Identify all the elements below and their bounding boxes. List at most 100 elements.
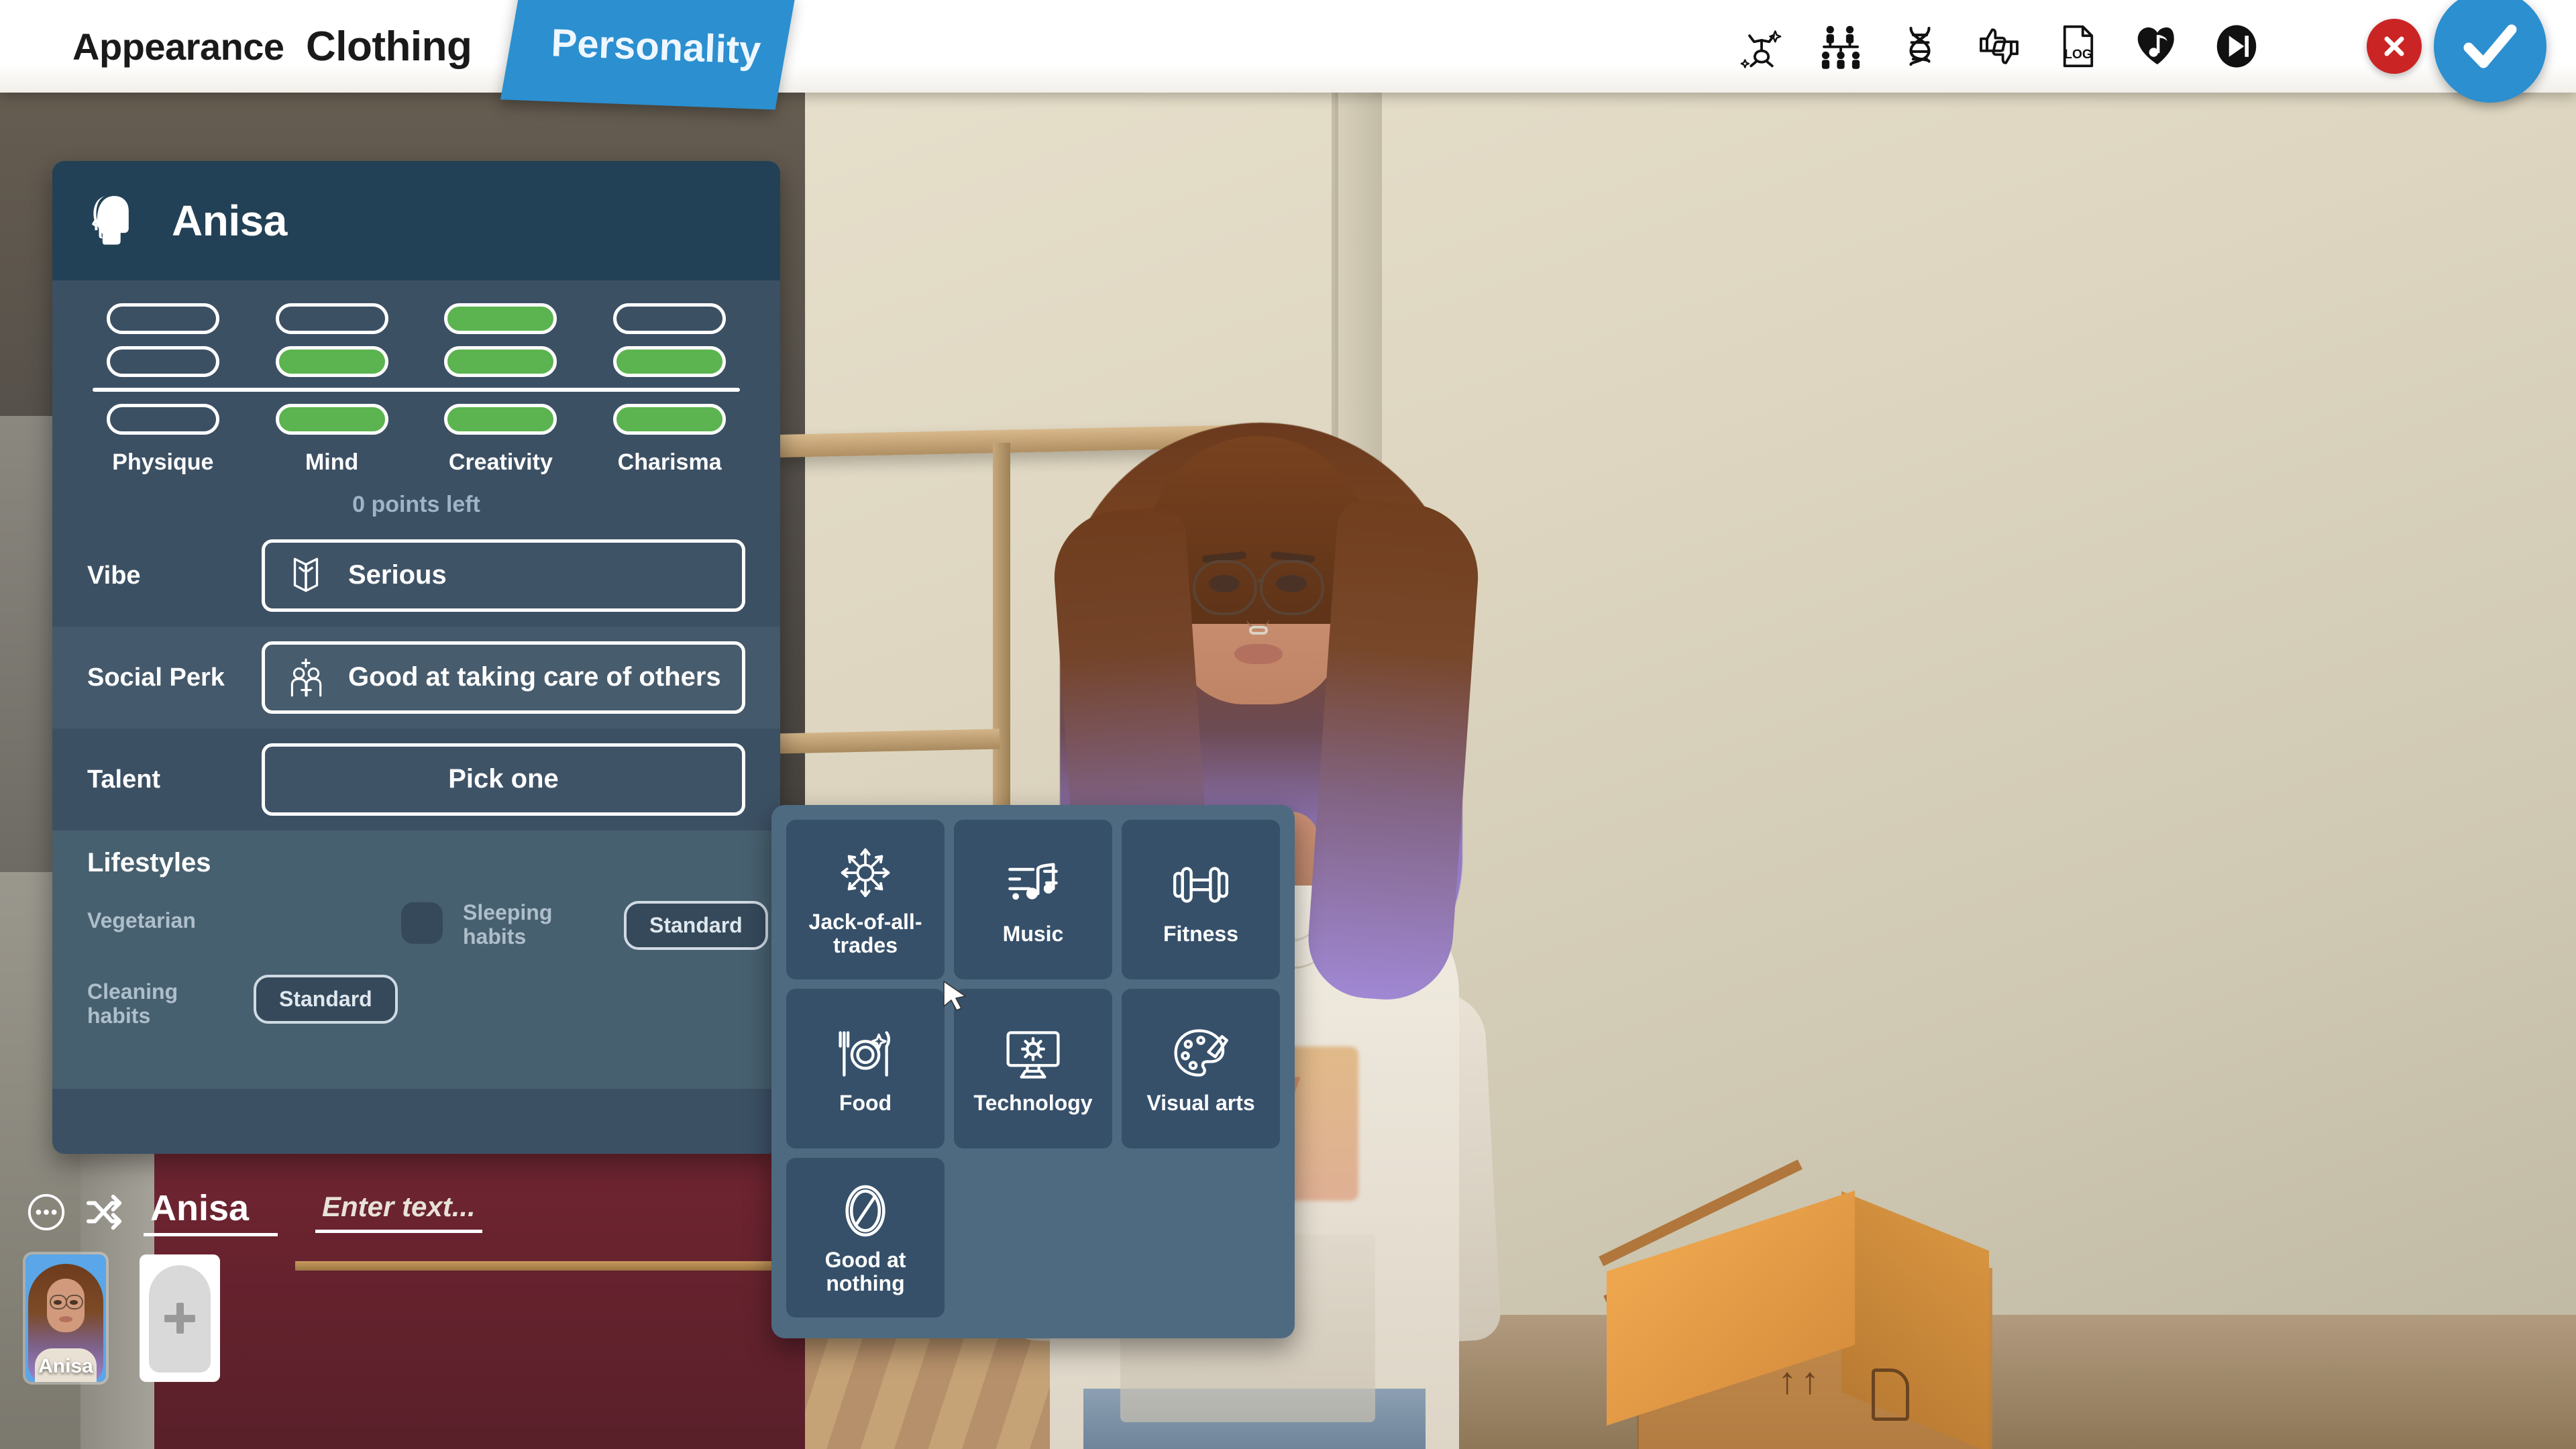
open-book-icon xyxy=(284,553,328,598)
talent-option-food[interactable]: Food xyxy=(786,989,945,1148)
box-up-arrows-icon: ↑↑ xyxy=(1778,1359,1823,1401)
svg-text:LOG: LOG xyxy=(2064,48,2092,62)
panel-header: Anisa xyxy=(52,161,780,280)
stat-col-charisma xyxy=(594,303,745,377)
talent-label: Food xyxy=(839,1090,892,1115)
thumbs-up-down-icon[interactable] xyxy=(1975,22,2023,70)
sleeping-habits-button[interactable]: Standard xyxy=(624,901,768,950)
sleeping-habits-label: Sleeping habits xyxy=(463,900,553,949)
profile-head-icon xyxy=(87,191,145,252)
stat-pill[interactable] xyxy=(444,404,557,435)
talent-option-good-at-nothing[interactable]: Good at nothing xyxy=(786,1158,945,1318)
top-tab-bar: Appearance Clothing Personality LOG xyxy=(0,0,2576,110)
talent-label: Jack-of-all-trades xyxy=(808,910,922,957)
stat-label-physique: Physique xyxy=(112,449,214,475)
box-fragile-icon xyxy=(1872,1368,1909,1421)
music-heart-icon[interactable] xyxy=(2133,22,2182,70)
stat-base-mind xyxy=(256,404,408,435)
vibe-value: Serious xyxy=(348,560,447,590)
stat-pill-grid-top xyxy=(87,303,745,377)
social-perk-select[interactable]: Good at taking care of others xyxy=(262,641,745,714)
first-name-input[interactable]: Anisa xyxy=(144,1187,278,1236)
music-notes-icon xyxy=(1002,854,1064,916)
top-icon-bar: LOG xyxy=(1737,0,2261,93)
stat-label-charisma: Charisma xyxy=(617,449,722,475)
talent-select[interactable]: Pick one xyxy=(262,743,745,816)
character-card-list: Anisa xyxy=(25,1254,220,1382)
dna-icon[interactable] xyxy=(1896,22,1944,70)
character-card-label: Anisa xyxy=(38,1355,93,1377)
vegetarian-label: Vegetarian xyxy=(87,908,196,932)
talent-option-music[interactable]: Music xyxy=(954,820,1112,979)
avatar-lips xyxy=(59,1316,72,1322)
talent-option-technology[interactable]: Technology xyxy=(954,989,1112,1148)
shuffle-icon[interactable] xyxy=(85,1191,126,1233)
stat-pill[interactable] xyxy=(444,303,557,334)
mouse-cursor xyxy=(942,980,973,1018)
stat-pill[interactable] xyxy=(106,404,219,435)
vibe-label: Vibe xyxy=(87,561,141,590)
dumbbell-icon xyxy=(1170,854,1232,916)
add-character-button[interactable] xyxy=(140,1254,220,1382)
cutlery-plate-icon xyxy=(835,1023,896,1085)
monitor-gear-icon xyxy=(1002,1023,1064,1085)
glasses-lens-right xyxy=(1260,560,1324,615)
talent-option-jack-of-all-trades[interactable]: Jack-of-all-trades xyxy=(786,820,945,979)
stat-pill[interactable] xyxy=(613,404,727,435)
talent-option-fitness[interactable]: Fitness xyxy=(1122,820,1280,979)
lifestyles-grid: Vegetarian Sleeping habits Standard Clea… xyxy=(87,900,768,1062)
family-tree-icon[interactable] xyxy=(1817,22,1865,70)
stat-col-mind xyxy=(256,303,408,377)
personality-panel: Anisa Physique Mind Creativity Charisma … xyxy=(52,161,780,1154)
tab-clothing[interactable]: Clothing xyxy=(306,0,472,93)
tab-appearance[interactable]: Appearance xyxy=(72,0,284,93)
stat-pill[interactable] xyxy=(106,303,219,334)
log-icon[interactable]: LOG xyxy=(2054,22,2102,70)
palette-brush-icon xyxy=(1170,1023,1232,1085)
stat-label-mind: Mind xyxy=(305,449,359,475)
stat-pill[interactable] xyxy=(613,303,727,334)
tab-personality[interactable]: Personality xyxy=(527,0,786,97)
vibe-row: Vibe Serious xyxy=(52,525,780,627)
stat-label-row: Physique Mind Creativity Charisma xyxy=(87,449,745,476)
stat-pill[interactable] xyxy=(613,346,727,377)
expand-arrows-icon xyxy=(835,842,896,904)
lips xyxy=(1234,644,1283,664)
lifestyles-title: Lifestyles xyxy=(87,848,211,877)
stat-pill[interactable] xyxy=(275,346,388,377)
top-action-buttons xyxy=(2367,0,2546,103)
avatar-eye-right xyxy=(70,1300,78,1305)
glasses-bridge xyxy=(1257,580,1264,582)
stat-pill[interactable] xyxy=(275,404,388,435)
talent-label: Talent xyxy=(87,765,161,794)
social-perk-row: Social Perk Good at taking care of other… xyxy=(52,627,780,729)
septum-ring xyxy=(1249,626,1268,635)
character-card-anisa[interactable]: Anisa xyxy=(25,1254,106,1382)
talent-option-visual-arts[interactable]: Visual arts xyxy=(1122,989,1280,1148)
prohibited-icon xyxy=(835,1180,896,1242)
last-name-input[interactable]: Enter text... xyxy=(315,1191,482,1233)
talent-value: Pick one xyxy=(448,764,559,794)
cancel-button[interactable] xyxy=(2367,19,2422,74)
cleaning-habits-label: Cleaning habits xyxy=(87,979,178,1028)
vibe-select[interactable]: Serious xyxy=(262,539,745,612)
skip-icon[interactable] xyxy=(2212,22,2261,70)
talent-label: Music xyxy=(1002,921,1064,946)
name-row: Anisa Enter text... xyxy=(25,1187,482,1236)
cleaning-habits-button[interactable]: Standard xyxy=(254,975,398,1024)
pose-sparkle-icon[interactable] xyxy=(1737,22,1786,70)
social-perk-value: Good at taking care of others xyxy=(348,662,721,692)
lifestyles-section: Lifestyles Vegetarian Sleeping habits St… xyxy=(52,830,780,1089)
more-options-icon[interactable] xyxy=(25,1191,67,1233)
stat-pill[interactable] xyxy=(275,303,388,334)
talent-options-popup: Jack-of-all-trades Music Fitness Food Te… xyxy=(771,805,1295,1338)
talent-label: Good at nothing xyxy=(824,1248,906,1295)
stat-pill[interactable] xyxy=(106,346,219,377)
confirm-button[interactable] xyxy=(2434,0,2546,103)
stat-pill[interactable] xyxy=(444,346,557,377)
stat-divider xyxy=(93,388,740,392)
stats-section: Physique Mind Creativity Charisma 0 poin… xyxy=(52,280,780,525)
stat-col-physique xyxy=(87,303,239,377)
social-perk-label: Social Perk xyxy=(87,663,225,692)
vegetarian-toggle[interactable] xyxy=(401,902,443,944)
